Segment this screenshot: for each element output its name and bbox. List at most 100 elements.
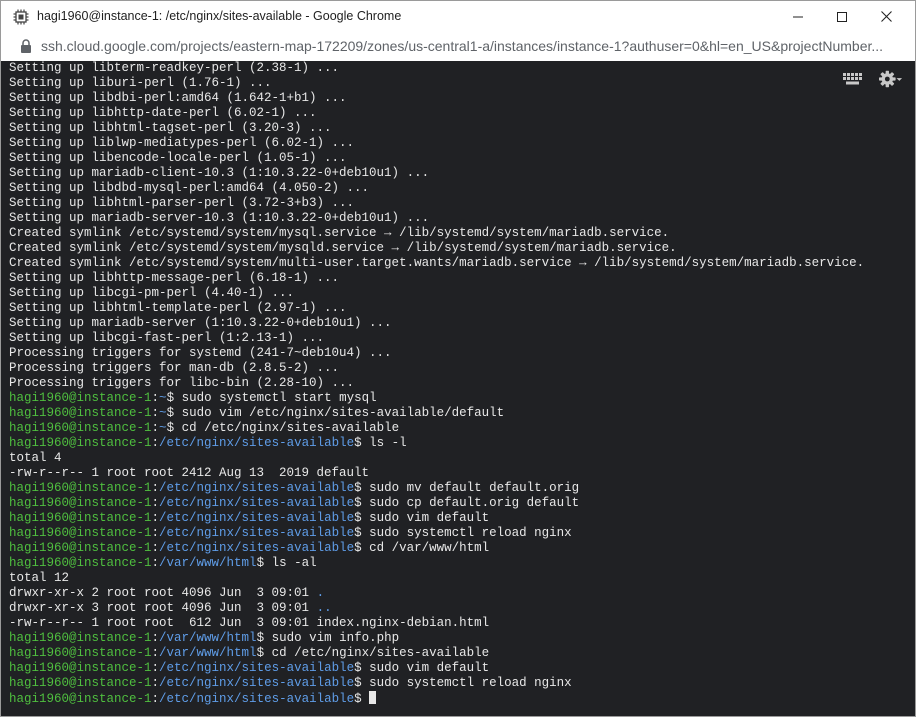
terminal-line: Setting up libhtml-template-perl (2.97-1…	[9, 301, 864, 316]
terminal[interactable]: Setting up libterm-readkey-perl (2.38-1)…	[1, 61, 915, 716]
prompt-path: ~	[159, 421, 167, 435]
command-text: cd /etc/nginx/sites-available	[264, 646, 490, 660]
terminal-line: Setting up libencode-locale-perl (1.05-1…	[9, 151, 864, 166]
terminal-line: -rw-r--r-- 1 root root 2412 Aug 13 2019 …	[9, 466, 864, 481]
command-text: sudo vim /etc/nginx/sites-available/defa…	[174, 406, 505, 420]
terminal-line: Processing triggers for systemd (241-7~d…	[9, 346, 864, 361]
terminal-line: hagi1960@instance-1:/var/www/html$ ls -a…	[9, 556, 864, 571]
prompt-separator: :	[151, 406, 160, 420]
terminal-line: Processing triggers for man-db (2.8.5-2)…	[9, 361, 864, 376]
prompt-user: hagi1960@instance-1	[9, 511, 152, 525]
prompt-separator: :	[151, 556, 160, 570]
command-text: sudo vim default	[361, 511, 490, 525]
prompt-symbol: $	[256, 631, 265, 645]
ssh-app-icon	[13, 9, 29, 25]
prompt-separator: :	[151, 436, 160, 450]
command-text: sudo systemctl reload nginx	[361, 526, 572, 540]
command-text: sudo systemctl start mysql	[174, 391, 377, 405]
terminal-line: hagi1960@instance-1:/etc/nginx/sites-ava…	[9, 661, 864, 676]
terminal-line: Created symlink /etc/systemd/system/mysq…	[9, 241, 864, 256]
prompt-path: /var/www/html	[159, 631, 257, 645]
terminal-line: Setting up libhttp-message-perl (6.18-1)…	[9, 271, 864, 286]
prompt-symbol: $	[354, 526, 362, 540]
prompt-separator: :	[151, 391, 160, 405]
output-text: Processing triggers for libc-bin (2.28-1…	[9, 376, 355, 390]
settings-gear-icon[interactable]	[879, 69, 903, 89]
output-text: -rw-r--r-- 1 root root 2412 Aug 13 2019 …	[9, 466, 370, 480]
prompt-path: /var/www/html	[159, 556, 257, 570]
command-text: ls -l	[361, 436, 407, 450]
output-text: Setting up liburi-perl (1.76-1) ...	[9, 76, 272, 90]
prompt-user: hagi1960@instance-1	[9, 391, 152, 405]
lock-icon[interactable]	[20, 39, 32, 53]
prompt-separator: :	[151, 631, 160, 645]
terminal-line: hagi1960@instance-1:~$ sudo vim /etc/ngi…	[9, 406, 864, 421]
prompt-path: ~	[159, 406, 167, 420]
url-text[interactable]: ssh.cloud.google.com/projects/eastern-ma…	[41, 38, 897, 54]
terminal-line: Setting up liburi-perl (1.76-1) ...	[9, 76, 864, 91]
prompt-symbol: $	[354, 692, 362, 706]
command-text: sudo cp default.orig default	[361, 496, 580, 510]
output-text: drwxr-xr-x 2 root root 4096 Jun 3 09:01	[9, 586, 317, 600]
close-button[interactable]	[863, 1, 909, 32]
prompt-path: /etc/nginx/sites-available	[159, 526, 355, 540]
output-text: Setting up mariadb-server-10.3 (1:10.3.2…	[9, 211, 430, 225]
prompt-path: /etc/nginx/sites-available	[159, 436, 355, 450]
command-text: ls -al	[264, 556, 317, 570]
prompt-separator: :	[151, 692, 160, 706]
output-text: Setting up libcgi-pm-perl (4.40-1) ...	[9, 286, 295, 300]
terminal-line: total 12	[9, 571, 864, 586]
prompt-path: /etc/nginx/sites-available	[159, 496, 355, 510]
terminal-line: Setting up liblwp-mediatypes-perl (6.02-…	[9, 136, 864, 151]
output-text: Processing triggers for systemd (241-7~d…	[9, 346, 392, 360]
output-text: Setting up libdbd-mysql-perl:amd64 (4.05…	[9, 181, 370, 195]
directory-name: .	[316, 586, 325, 600]
browser-window: hagi1960@instance-1: /etc/nginx/sites-av…	[0, 0, 916, 717]
output-text: Processing triggers for man-db (2.8.5-2)…	[9, 361, 340, 375]
prompt-user: hagi1960@instance-1	[9, 631, 152, 645]
prompt-symbol: $	[256, 556, 265, 570]
prompt-separator: :	[151, 661, 160, 675]
prompt-symbol: $	[354, 496, 362, 510]
prompt-separator: :	[151, 511, 160, 525]
prompt-symbol: $	[354, 511, 362, 525]
terminal-line: hagi1960@instance-1:/etc/nginx/sites-ava…	[9, 511, 864, 526]
prompt-path: /etc/nginx/sites-available	[159, 692, 355, 706]
command-text: sudo vim info.php	[264, 631, 400, 645]
terminal-line: Setting up libcgi-pm-perl (4.40-1) ...	[9, 286, 864, 301]
output-text: Setting up libhtml-tagset-perl (3.20-3) …	[9, 121, 332, 135]
text-cursor	[369, 691, 377, 704]
prompt-user: hagi1960@instance-1	[9, 436, 152, 450]
output-text: -rw-r--r-- 1 root root 612 Jun 3 09:01 i…	[9, 616, 490, 630]
minimize-icon	[793, 16, 803, 17]
output-text: Created symlink /etc/systemd/system/mult…	[9, 256, 865, 270]
output-text: drwxr-xr-x 3 root root 4096 Jun 3 09:01	[9, 601, 317, 615]
prompt-user: hagi1960@instance-1	[9, 692, 152, 706]
terminal-line: Setting up libhtml-tagset-perl (3.20-3) …	[9, 121, 864, 136]
prompt-path: ~	[159, 391, 167, 405]
terminal-output: Setting up libterm-readkey-perl (2.38-1)…	[9, 61, 864, 706]
prompt-user: hagi1960@instance-1	[9, 481, 152, 495]
prompt-symbol: $	[166, 391, 175, 405]
close-icon	[880, 11, 892, 22]
terminal-line: hagi1960@instance-1:/var/www/html$ cd /e…	[9, 646, 864, 661]
maximize-button[interactable]	[819, 1, 865, 32]
terminal-line: hagi1960@instance-1:~$ sudo systemctl st…	[9, 391, 864, 406]
terminal-line: hagi1960@instance-1:/etc/nginx/sites-ava…	[9, 541, 864, 556]
prompt-path: /etc/nginx/sites-available	[159, 511, 355, 525]
prompt-path: /etc/nginx/sites-available	[159, 676, 355, 690]
command-text: sudo mv default default.orig	[361, 481, 580, 495]
terminal-line: Created symlink /etc/systemd/system/mysq…	[9, 226, 864, 241]
prompt-symbol: $	[354, 436, 362, 450]
output-text: Created symlink /etc/systemd/system/mysq…	[9, 226, 670, 240]
prompt-separator: :	[151, 496, 160, 510]
command-text	[362, 692, 370, 706]
terminal-line: Setting up libdbd-mysql-perl:amd64 (4.05…	[9, 181, 864, 196]
keyboard-icon[interactable]	[841, 69, 865, 89]
prompt-user: hagi1960@instance-1	[9, 421, 152, 435]
terminal-line: Setting up libdbi-perl:amd64 (1.642-1+b1…	[9, 91, 864, 106]
prompt-symbol: $	[354, 481, 362, 495]
address-bar[interactable]: ssh.cloud.google.com/projects/eastern-ma…	[1, 32, 915, 62]
command-text: cd /var/www/html	[361, 541, 490, 555]
minimize-button[interactable]	[775, 1, 821, 32]
